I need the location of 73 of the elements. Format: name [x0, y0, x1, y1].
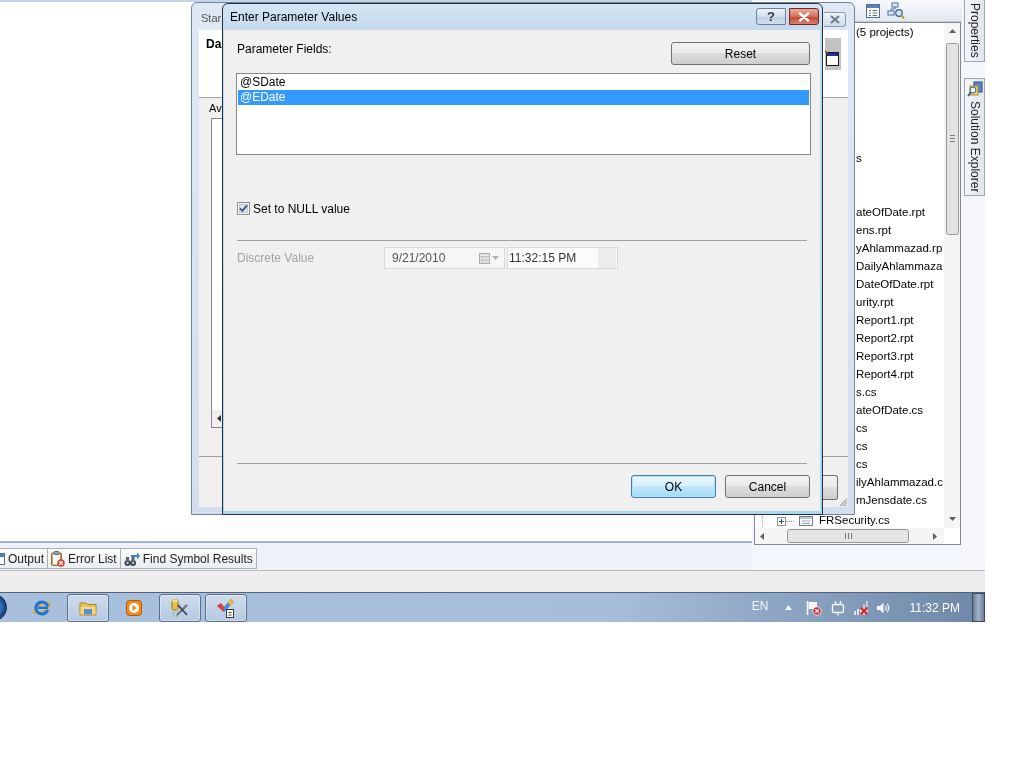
hierarchy-search-icon[interactable] [887, 1, 905, 20]
form-icon [799, 516, 813, 526]
horizontal-scrollbar[interactable] [755, 528, 944, 544]
list-window-icon[interactable] [865, 2, 881, 19]
checkbox-label[interactable]: Set to NULL value [253, 201, 350, 216]
window-title: Enter Parameter Values [230, 10, 358, 24]
close-icon [798, 11, 810, 22]
binoculars-icon [123, 550, 140, 567]
scroll-right-icon[interactable] [933, 532, 937, 540]
plug-icon[interactable] [830, 599, 845, 616]
field-label: Discrete Value [237, 251, 316, 265]
scrollbar-thumb[interactable] [787, 529, 909, 543]
window-icon [0, 552, 5, 565]
scroll-up-icon[interactable] [948, 29, 956, 33]
close-icon [828, 15, 841, 24]
scroll-left-icon[interactable] [760, 532, 764, 540]
reset-button[interactable]: Reset [671, 42, 810, 65]
tree-item[interactable]: ilyAhlammazad.c [856, 475, 943, 489]
field-label: Parameter Fields: [237, 42, 332, 56]
tree-item[interactable]: ens.rpt [856, 223, 892, 237]
close-button[interactable] [789, 8, 819, 25]
flag-icon[interactable] [805, 599, 822, 616]
speaker-icon[interactable] [875, 600, 890, 615]
vertical-scrollbar[interactable] [944, 23, 960, 528]
tree-item[interactable]: s.cs [856, 385, 877, 399]
tree-item[interactable]: (5 projects) [856, 25, 914, 39]
check-chart-icon [216, 597, 236, 618]
tree-item[interactable]: cs [856, 457, 868, 471]
tree-item[interactable]: Report2.rpt [856, 331, 914, 345]
header-title: Da [206, 37, 222, 51]
start-orb-icon[interactable] [0, 593, 7, 622]
panel-tab[interactable]: Output [0, 548, 49, 569]
tree-item[interactable]: urity.rpt [856, 295, 894, 309]
tree-item[interactable]: yAhlammazad.rp [856, 241, 943, 255]
tree-item[interactable]: Report1.rpt [856, 313, 914, 327]
tree-item[interactable]: s [856, 151, 862, 165]
tree-item[interactable]: ateOfDate.cs [856, 403, 924, 417]
up-arrow-icon[interactable] [784, 605, 792, 610]
panel-tab[interactable]: Find Symbol Results [120, 548, 257, 569]
play-icon [126, 599, 142, 616]
tree-item[interactable]: Report3.rpt [856, 349, 914, 363]
resize-grip-icon[interactable] [838, 497, 848, 507]
dialog-button[interactable]: OK [631, 475, 716, 498]
horizontal-scrollbar[interactable] [212, 410, 223, 427]
explorer-icon [966, 81, 983, 98]
tree-item[interactable]: Report4.rpt [856, 367, 914, 381]
tree-item[interactable]: cs [856, 421, 868, 435]
side-tab[interactable]: Solution Explorer [964, 78, 985, 196]
dialog-button[interactable]: Cancel [725, 475, 810, 498]
checkbox[interactable] [237, 202, 250, 215]
tree-item[interactable]: ateOfDate.rpt [856, 205, 926, 219]
window-title: Star [201, 11, 222, 25]
tools-icon [171, 598, 189, 617]
tree-item[interactable]: DateOfDate.rpt [856, 277, 934, 291]
group-label: Av [209, 102, 222, 115]
letter-e-icon [32, 597, 52, 618]
tree-item[interactable]: cs [856, 439, 868, 453]
side-tab[interactable]: Properties [964, 0, 985, 62]
tree-item[interactable]: FRSecurity.cs [819, 515, 890, 526]
scrollbar-thumb[interactable] [945, 43, 959, 235]
clipboard-error-icon [51, 550, 66, 567]
scroll-down-icon[interactable] [948, 517, 956, 521]
window-icon [825, 38, 841, 70]
taskbar-button[interactable] [205, 593, 247, 622]
folder-icon [79, 599, 97, 616]
show-desktop-button[interactable] [972, 593, 985, 622]
tree-item[interactable]: DailyAhlammaza [856, 259, 943, 273]
help-button[interactable]: ? [756, 8, 786, 25]
expand-icon[interactable] [777, 517, 786, 526]
panel-tab[interactable]: Error List [48, 548, 121, 569]
signal-bars-icon[interactable] [852, 599, 869, 616]
tree-item[interactable]: mJensdate.cs [856, 493, 927, 507]
list-item[interactable]: @SDate [238, 75, 809, 90]
